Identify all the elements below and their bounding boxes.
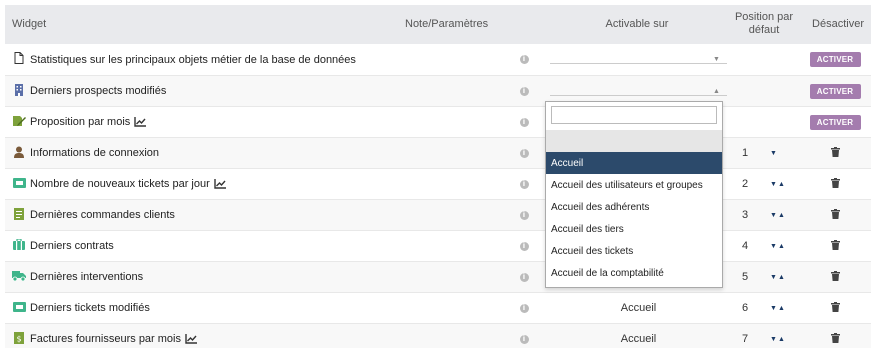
- invoice-icon: $: [12, 324, 26, 348]
- info-icon[interactable]: i: [519, 272, 529, 282]
- dropdown-option[interactable]: Accueil: [546, 152, 722, 174]
- trash-icon[interactable]: [830, 301, 840, 315]
- info-icon[interactable]: i: [519, 241, 529, 251]
- widget-label: Statistiques sur les principaux objets m…: [30, 53, 356, 66]
- position-value: 6: [742, 302, 749, 314]
- dropdown-option[interactable]: Accueil de la comptabilité: [546, 262, 722, 284]
- chart-line-icon: [185, 334, 197, 344]
- widget-label: Nombre de nouveaux tickets par jour: [30, 178, 210, 190]
- dropdown-search-input[interactable]: [551, 106, 717, 124]
- position-value: 1: [742, 147, 749, 159]
- dropdown-option[interactable]: Accueil des utilisateurs et groupes: [546, 174, 722, 196]
- info-icon[interactable]: i: [519, 179, 529, 189]
- chart-line-icon: [214, 179, 226, 189]
- activate-button[interactable]: ACTIVER: [809, 114, 861, 130]
- truck-icon: [12, 262, 26, 292]
- move-up-icon[interactable]: ▲: [778, 181, 786, 188]
- file-icon: [12, 44, 26, 75]
- position-value: 7: [742, 333, 749, 345]
- move-up-icon[interactable]: ▲: [778, 243, 786, 250]
- table-row: Proposition par mois i ACTIVER: [5, 107, 871, 138]
- activable-dropdown: Accueil Accueil des utilisateurs et group…: [545, 101, 723, 288]
- contract-icon: [12, 231, 26, 261]
- table-row: $ Factures fournisseurs par mois i Accueil 7…: [5, 324, 871, 348]
- table-row: Derniers prospects modifiés i ▲ ACTIVER: [5, 76, 871, 107]
- proposal-icon: [12, 107, 26, 137]
- move-down-icon[interactable]: ▼: [770, 243, 778, 250]
- move-up-icon[interactable]: ▲: [778, 212, 786, 219]
- header-note: Note/Paramètres: [405, 18, 489, 30]
- table-row: Dernières interventions i 5 ▼ ▲: [5, 262, 871, 293]
- building-icon: [12, 76, 26, 106]
- table-row: Derniers contrats i 4 ▼ ▲: [5, 231, 871, 262]
- widget-label: Derniers tickets modifiés: [30, 302, 150, 314]
- dropdown-option[interactable]: Accueil des adhérents: [546, 196, 722, 218]
- position-value: 3: [742, 209, 749, 221]
- widget-label: Proposition par mois: [30, 116, 131, 128]
- move-down-icon[interactable]: ▼: [770, 212, 778, 219]
- trash-icon[interactable]: [830, 332, 840, 346]
- position-value: 2: [742, 178, 749, 190]
- info-icon[interactable]: i: [519, 210, 529, 220]
- position-value: 5: [742, 271, 749, 283]
- widget-label: Dernières commandes clients: [30, 209, 175, 221]
- caret-down-icon[interactable]: ▼: [713, 44, 720, 75]
- info-icon[interactable]: i: [519, 148, 529, 158]
- move-down-icon[interactable]: ▼: [770, 150, 778, 157]
- header-position: Position par défaut: [734, 11, 794, 36]
- widget-label: Informations de connexion: [30, 147, 160, 159]
- info-icon[interactable]: i: [519, 117, 529, 127]
- activable-select[interactable]: [550, 95, 727, 96]
- info-icon[interactable]: i: [519, 55, 529, 64]
- dropdown-option[interactable]: [546, 130, 722, 152]
- header-activable: Activable sur: [605, 18, 669, 30]
- table-row: Statistiques sur les principaux objets m…: [5, 44, 871, 76]
- trash-icon[interactable]: [830, 177, 840, 191]
- position-value: 4: [742, 240, 749, 252]
- activate-button[interactable]: ACTIVER: [809, 52, 861, 67]
- trash-icon[interactable]: [830, 270, 840, 284]
- widget-label: Factures fournisseurs par mois: [30, 333, 181, 345]
- chart-line-icon: [134, 117, 147, 127]
- table-row: Informations de connexion i 1 ▼: [5, 138, 871, 169]
- activate-button[interactable]: ACTIVER: [809, 83, 861, 99]
- table-row: Derniers tickets modifiés i Accueil 6 ▼ ▲: [5, 293, 871, 324]
- info-icon[interactable]: i: [519, 86, 529, 96]
- trash-icon[interactable]: [830, 208, 840, 222]
- activable-select[interactable]: [550, 63, 727, 64]
- activable-value[interactable]: Accueil: [550, 293, 727, 323]
- trash-icon[interactable]: [830, 239, 840, 253]
- move-up-icon[interactable]: ▲: [778, 274, 786, 281]
- move-down-icon[interactable]: ▼: [770, 336, 778, 343]
- ticket-icon: [12, 293, 26, 323]
- svg-text:$: $: [16, 334, 21, 343]
- info-icon[interactable]: i: [519, 334, 529, 344]
- move-down-icon[interactable]: ▼: [770, 181, 778, 188]
- move-down-icon[interactable]: ▼: [770, 305, 778, 312]
- move-up-icon[interactable]: ▲: [778, 305, 786, 312]
- table-header: Widget Note/Paramètres Activable sur Pos…: [5, 5, 871, 44]
- widget-label: Derniers contrats: [30, 240, 114, 252]
- info-icon[interactable]: i: [519, 303, 529, 313]
- dropdown-option[interactable]: Accueil des tickets: [546, 240, 722, 262]
- move-up-icon[interactable]: ▲: [778, 336, 786, 343]
- header-desactiver: Désactiver: [812, 18, 864, 30]
- ticket-icon: [12, 169, 26, 199]
- table-body: Statistiques sur les principaux objets m…: [5, 44, 871, 348]
- table-row: Nombre de nouveaux tickets par jour i 2 ▼ ▲: [5, 169, 871, 200]
- widgets-table: Widget Note/Paramètres Activable sur Pos…: [5, 5, 871, 348]
- move-down-icon[interactable]: ▼: [770, 274, 778, 281]
- activable-value[interactable]: Accueil: [550, 324, 727, 348]
- widget-label: Dernières interventions: [30, 271, 144, 283]
- order-icon: [12, 200, 26, 230]
- header-widget[interactable]: Widget: [12, 18, 46, 31]
- widget-label: Derniers prospects modifiés: [30, 85, 167, 97]
- user-icon: [12, 138, 26, 168]
- dropdown-option[interactable]: Accueil des tiers: [546, 218, 722, 240]
- trash-icon[interactable]: [830, 146, 840, 160]
- table-row: Dernières commandes clients i 3 ▼ ▲: [5, 200, 871, 231]
